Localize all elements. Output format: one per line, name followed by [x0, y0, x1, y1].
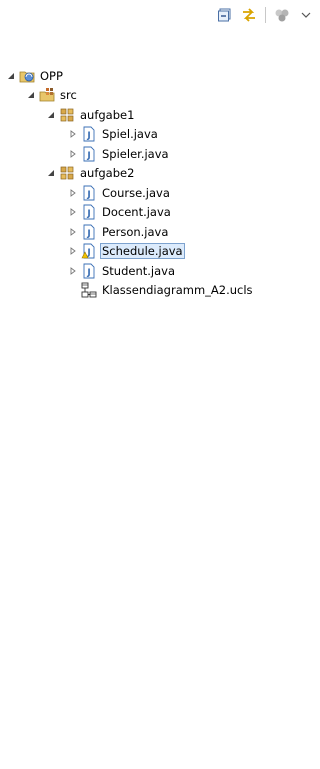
collapsed-arrow-icon[interactable]	[67, 226, 78, 237]
package-icon	[59, 165, 75, 181]
tree-node-src[interactable]: src	[0, 86, 320, 106]
java-file-icon: J	[81, 146, 97, 162]
no-arrow-spacer	[67, 285, 78, 296]
file-label: Course.java	[102, 185, 170, 200]
tree-node-java-file[interactable]: J Spieler.java	[0, 144, 320, 164]
file-label: Spieler.java	[102, 146, 169, 161]
source-folder-icon	[39, 87, 55, 103]
tree-node-package-aufgabe1[interactable]: aufgabe1	[0, 105, 320, 125]
svg-text:J: J	[86, 190, 90, 200]
link-with-editor-button[interactable]	[239, 5, 259, 25]
project-label: OPP	[40, 68, 63, 83]
java-file-warning-icon: J	[81, 243, 97, 259]
java-file-icon: J	[81, 224, 97, 240]
java-project-icon	[19, 68, 35, 84]
file-label: Docent.java	[102, 205, 171, 220]
toolbar-separator	[265, 7, 266, 23]
tree-node-java-file[interactable]: J Docent.java	[0, 203, 320, 223]
collapsed-arrow-icon[interactable]	[67, 187, 78, 198]
package-icon	[59, 107, 75, 123]
view-toolbar	[215, 4, 316, 26]
svg-text:J: J	[86, 268, 90, 278]
package-label: aufgabe2	[80, 166, 135, 181]
package-explorer-tree: OPP src aufgabe1 J Spiel.java J Spieler.…	[0, 66, 320, 300]
collapse-all-icon	[218, 8, 231, 22]
expanded-arrow-icon[interactable]	[45, 168, 56, 179]
focus-icon	[275, 9, 289, 22]
tree-node-java-file[interactable]: J Person.java	[0, 222, 320, 242]
view-menu-button[interactable]	[296, 5, 316, 25]
java-file-icon: J	[81, 126, 97, 142]
svg-text:J: J	[86, 229, 90, 239]
tree-node-java-file[interactable]: J Student.java	[0, 261, 320, 281]
src-label: src	[60, 88, 77, 103]
view-menu-icon	[301, 12, 311, 18]
tree-node-java-file[interactable]: J Course.java	[0, 183, 320, 203]
svg-text:J: J	[86, 209, 90, 219]
collapsed-arrow-icon[interactable]	[67, 148, 78, 159]
file-label: Schedule.java	[100, 243, 185, 260]
java-file-icon: J	[81, 263, 97, 279]
tree-node-uml-diagram[interactable]: Klassendiagramm_A2.ucls	[0, 281, 320, 301]
expanded-arrow-icon[interactable]	[25, 90, 36, 101]
collapsed-arrow-icon[interactable]	[67, 129, 78, 140]
collapsed-arrow-icon[interactable]	[67, 207, 78, 218]
java-file-icon: J	[81, 204, 97, 220]
tree-node-java-file[interactable]: J Spiel.java	[0, 125, 320, 145]
expanded-arrow-icon[interactable]	[5, 70, 16, 81]
class-diagram-icon	[81, 282, 97, 298]
tree-node-package-aufgabe2[interactable]: aufgabe2	[0, 164, 320, 184]
svg-text:J: J	[86, 131, 90, 141]
expanded-arrow-icon[interactable]	[45, 109, 56, 120]
tree-node-java-file-selected[interactable]: J Schedule.java	[0, 242, 320, 262]
package-label: aufgabe1	[80, 107, 135, 122]
link-with-editor-icon	[243, 8, 255, 22]
collapse-all-button[interactable]	[215, 5, 235, 25]
file-label: Spiel.java	[102, 127, 158, 142]
file-label: Student.java	[102, 263, 176, 278]
collapsed-arrow-icon[interactable]	[67, 265, 78, 276]
java-file-icon: J	[81, 185, 97, 201]
svg-text:J: J	[86, 151, 90, 161]
file-label: Klassendiagramm_A2.ucls	[102, 283, 253, 298]
tree-node-project[interactable]: OPP	[0, 66, 320, 86]
collapsed-arrow-icon[interactable]	[67, 246, 78, 257]
focus-button[interactable]	[272, 5, 292, 25]
file-label: Person.java	[102, 224, 169, 239]
